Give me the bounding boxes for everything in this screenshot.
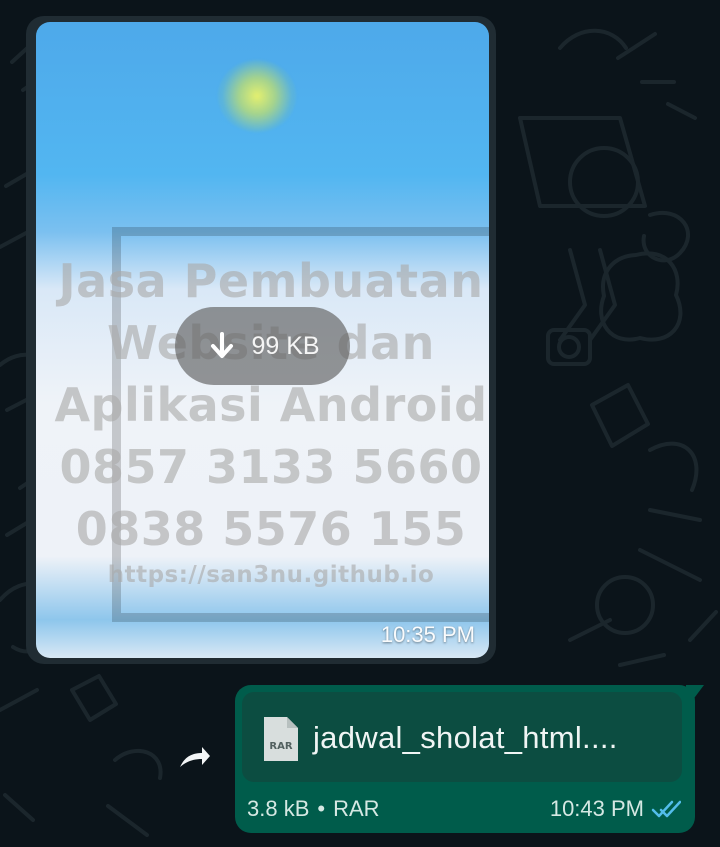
file-metadata: 3.8 kB • RAR (247, 796, 380, 822)
incoming-message-time: 10:35 PM (380, 622, 475, 647)
watermark-phone-line: 0838 5576 155 (75, 502, 467, 556)
file-name: jadwal_sholat_html.... (313, 720, 618, 755)
watermark-service-line: Jasa Pembuatan (58, 254, 484, 308)
double-check-icon (651, 800, 681, 818)
watermark-phone-line: 0857 3133 5660 (59, 440, 483, 494)
file-size: 3.8 kB (247, 796, 310, 821)
watermark-service-line: Aplikasi Android (54, 378, 488, 432)
rar-file-icon: RAR (264, 717, 298, 761)
image-bright-blur (218, 60, 296, 132)
outgoing-message-time: 10:43 PM (549, 796, 644, 821)
rar-file-attachment[interactable]: RAR jadwal_sholat_html.... (242, 692, 682, 782)
file-type-badge: RAR (269, 741, 292, 752)
incoming-image-message[interactable]: Jasa Pembuatan Website dan Aplikasi Andr… (26, 16, 496, 664)
forward-icon[interactable] (172, 738, 212, 778)
outgoing-bubble-tail (686, 685, 704, 709)
download-size: 99 KB (251, 331, 320, 360)
file-type: RAR (333, 796, 380, 821)
outgoing-file-message[interactable]: RAR jadwal_sholat_html.... 3.8 kB • RAR 10… (235, 685, 704, 833)
download-icon (211, 332, 234, 358)
watermark-url: https://san3nu.github.io (107, 562, 435, 588)
image-download-button[interactable]: 99 KB (175, 307, 350, 385)
metadata-separator: • (317, 796, 326, 821)
blurred-image-preview[interactable]: Jasa Pembuatan Website dan Aplikasi Andr… (36, 22, 489, 658)
